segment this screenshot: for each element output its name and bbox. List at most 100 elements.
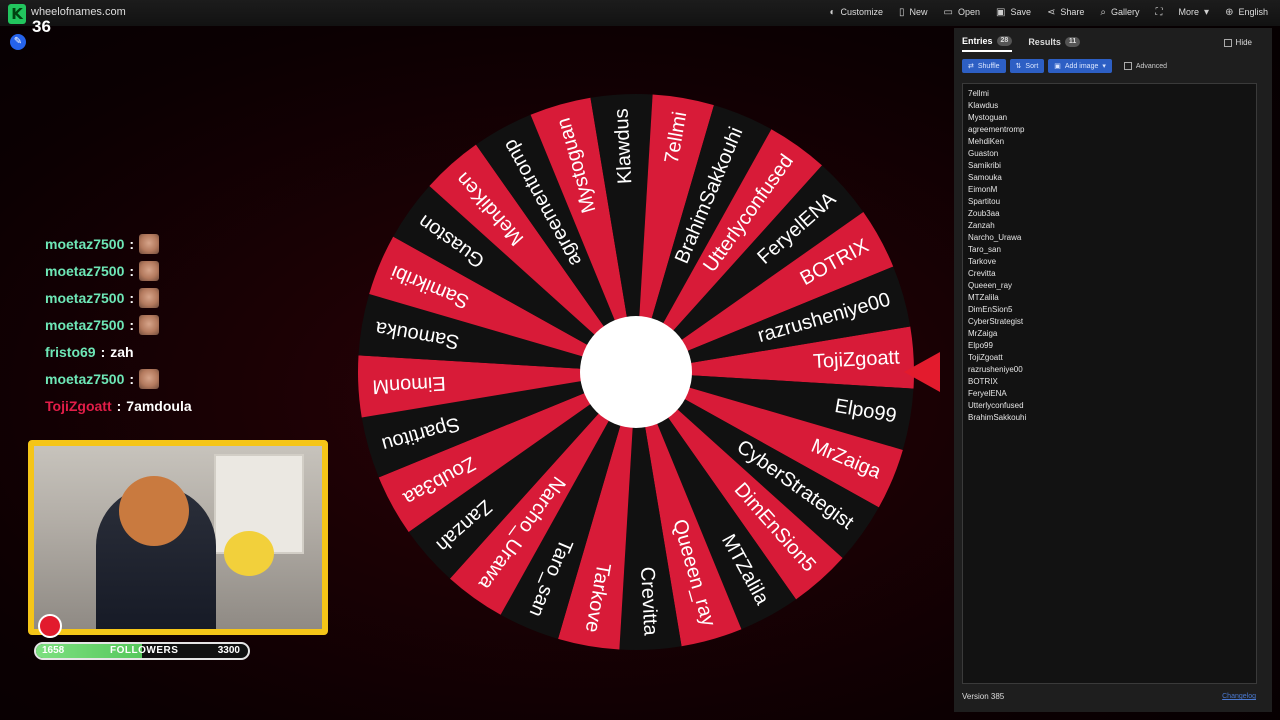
wheel-of-names[interactable]: TojiZgoatt Elpo99 MrZaiga CyberStrategist Di… xyxy=(356,92,916,652)
tab-label: Entries xyxy=(962,36,993,46)
entry-line: Zoub3aa xyxy=(968,209,1000,218)
search-icon: ⌕ xyxy=(1100,6,1107,18)
hide-checkbox[interactable] xyxy=(1223,38,1232,47)
entry-line: 7ellmi xyxy=(968,89,989,98)
entry-line: Taro_san xyxy=(968,245,1001,254)
entry-line: Crevitta xyxy=(968,269,996,278)
fullscreen-icon: ⛶ xyxy=(1155,6,1163,18)
menu-item-gallery[interactable]: ⌕ Gallery xyxy=(1100,7,1139,18)
chat-separator: : xyxy=(116,397,122,414)
entry-line: MehdiKen xyxy=(968,137,1005,146)
entry-line: MTZalila xyxy=(968,293,999,302)
top-bar: K wheelofnames.com ◐ Customize ▯ New ▭ Open ▣ S… xyxy=(0,0,1280,26)
image-icon: ▣ xyxy=(1054,63,1061,70)
tab-results[interactable]: Results 11 xyxy=(1028,36,1081,52)
stream-chat: moetaz7500: moetaz7500: moetaz7500: moetaz7… xyxy=(45,230,192,419)
chevron-down-icon: ▾ xyxy=(1102,63,1106,70)
menu-item-new[interactable]: ▯ New xyxy=(899,7,928,18)
tab-label: Results xyxy=(1028,37,1061,47)
chat-username[interactable]: fristo69 xyxy=(45,344,96,360)
menu-item-more[interactable]: More ▾ xyxy=(1179,7,1210,18)
share-icon: ⋖ xyxy=(1046,6,1056,18)
chat-separator: : xyxy=(129,235,135,252)
pencil-icon[interactable]: ✎ xyxy=(10,34,26,50)
entry-line: Narcho_Urawa xyxy=(968,233,1022,242)
globe-icon: ⊕ xyxy=(1225,6,1234,18)
menu-label: New xyxy=(909,7,928,17)
menu-label: Customize xyxy=(840,7,883,17)
menu-item-fullscreen[interactable]: ⛶ xyxy=(1156,7,1163,18)
hide-label: Hide xyxy=(1235,38,1252,47)
chat-separator: : xyxy=(129,262,135,279)
add-image-button[interactable]: ▣ Add image ▾ xyxy=(1048,59,1112,73)
entry-line: TojiZgoatt xyxy=(968,353,1003,362)
chat-username[interactable]: moetaz7500 xyxy=(45,317,124,333)
chat-username[interactable]: moetaz7500 xyxy=(45,290,124,306)
wheel-segment-label: TojiZgoatt xyxy=(812,346,900,373)
entry-line: Elpo99 xyxy=(968,341,993,350)
menu-label: Share xyxy=(1060,7,1085,17)
menu-item-english[interactable]: ⊕ English xyxy=(1225,7,1268,18)
menu-item-customize[interactable]: ◐ Customize xyxy=(829,7,883,18)
entry-line: EimonM xyxy=(968,185,998,194)
sort-button[interactable]: ⇅ Sort xyxy=(1009,59,1045,73)
sort-label: Sort xyxy=(1025,62,1039,70)
tab-entries[interactable]: Entries 28 xyxy=(962,36,1013,52)
entry-line: CyberStrategist xyxy=(968,317,1024,326)
hide-toggle[interactable]: Hide xyxy=(1223,38,1252,47)
entries-textarea[interactable]: 7ellmi Klawdus Mystoguan agreementromp Mehdi… xyxy=(962,83,1257,684)
entry-line: DimEnSion5 xyxy=(968,305,1013,314)
menu-label: Open xyxy=(957,7,981,17)
wheel-svg[interactable]: TojiZgoattElpo99MrZaigaCyberStrategistDi… xyxy=(356,92,916,652)
folder-icon: ▭ xyxy=(943,6,953,18)
chat-separator: : xyxy=(129,316,135,333)
tab-count-badge: 28 xyxy=(996,36,1013,46)
entry-line: Tarkove xyxy=(968,257,997,266)
entry-line: MrZaiga xyxy=(968,329,998,338)
chat-username[interactable]: moetaz7500 xyxy=(45,263,124,279)
entry-line: Mystoguan xyxy=(968,113,1008,122)
entry-line: agreementromp xyxy=(968,125,1025,134)
entry-line: Queeen_ray xyxy=(968,281,1013,290)
chat-separator: : xyxy=(129,370,135,387)
chat-emote-icon xyxy=(139,260,160,281)
entry-line: Guaston xyxy=(968,149,999,158)
chat-username[interactable]: moetaz7500 xyxy=(45,236,124,252)
chat-username[interactable]: moetaz7500 xyxy=(45,371,124,387)
advanced-toggle[interactable]: Advanced xyxy=(1123,62,1168,70)
followers-current: 1658 xyxy=(42,645,65,656)
chat-username[interactable]: TojiZgoatt xyxy=(45,398,112,414)
menu-item-open[interactable]: ▭ Open xyxy=(944,7,980,18)
menu-label: Gallery xyxy=(1111,7,1140,17)
sort-icon: ⇅ xyxy=(1015,63,1022,70)
entries-toolbar: ⇄ Shuffle ⇅ Sort ▣ Add image ▾ Advanced xyxy=(962,59,1167,73)
shuffle-label: Shuffle xyxy=(977,62,1000,70)
chat-message: moetaz7500: xyxy=(45,284,192,311)
followers-goal-bar: 1658 FOLLOWERS 3300 xyxy=(34,642,250,660)
viewer-count: 36 xyxy=(32,17,51,36)
chat-emote-icon xyxy=(139,233,160,254)
chevron-down-icon: ▾ xyxy=(1204,6,1210,18)
webcam-head xyxy=(119,476,189,546)
chat-message: moetaz7500: xyxy=(45,311,192,338)
menu-item-save[interactable]: ▣ Save xyxy=(996,7,1031,18)
file-icon: ▯ xyxy=(899,6,905,18)
chat-separator: : xyxy=(129,289,135,306)
chat-separator: : xyxy=(100,343,106,360)
menu-item-share[interactable]: ⋖ Share xyxy=(1047,7,1084,18)
advanced-checkbox[interactable] xyxy=(1123,62,1132,70)
tab-count-badge: 11 xyxy=(1064,37,1081,47)
entry-line: Zanzah xyxy=(968,221,995,230)
changelog-link[interactable]: Changelog xyxy=(1222,693,1256,700)
chat-message: moetaz7500: xyxy=(45,257,192,284)
webcam-overlay xyxy=(28,440,328,635)
advanced-label: Advanced xyxy=(1135,62,1168,70)
chat-emote-icon xyxy=(139,287,160,308)
entry-line: Spartitou xyxy=(968,197,1001,206)
save-icon: ▣ xyxy=(996,6,1006,18)
entry-line: Samikribi xyxy=(968,161,1001,170)
webcam-plush xyxy=(224,531,274,576)
add-image-label: Add image xyxy=(1064,62,1099,70)
shuffle-button[interactable]: ⇄ Shuffle xyxy=(962,59,1006,73)
wheel-segment-label: Crevitta xyxy=(636,566,662,637)
